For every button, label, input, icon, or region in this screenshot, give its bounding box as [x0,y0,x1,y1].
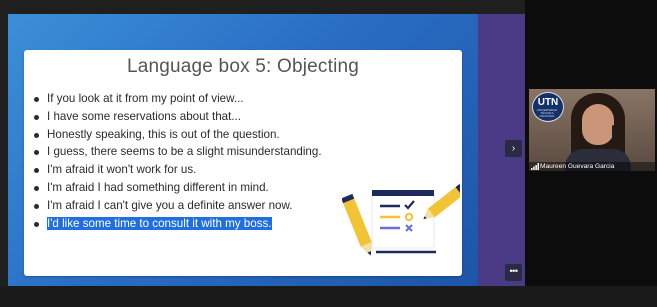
bullet-dot [34,114,39,120]
headset-icon [612,125,616,139]
bullet-text: I have some reservations about that... [47,109,241,123]
bullet-item-selected[interactable]: I'd like some time to consult it with my… [34,215,322,233]
utn-logo-subtext: UNIVERSIDAD TÉCNICA NACIONAL [536,108,558,118]
checklist-illustration [342,184,460,256]
bullet-item: I have some reservations about that... [34,108,322,126]
more-options-button[interactable]: ••• [505,264,522,281]
utn-logo-text: UTN [537,97,559,108]
slide-title: Language box 5: Objecting [126,56,360,77]
next-slide-button[interactable]: › [505,140,522,157]
participant-name: Maureen Guevara Garcia [540,163,615,170]
bullet-text: I'm afraid I can't give you a definite a… [47,198,293,212]
bullet-text: If you look at it from my point of view.… [47,92,244,105]
bullet-item: I guess, there seems to be a slight misu… [34,143,322,161]
bullet-item: I'm afraid it won't work for us. [34,161,322,179]
bullet-item: I'm afraid I had something different in … [34,179,322,197]
bullet-dot [34,150,39,156]
presentation-slide: Language box 5: Objecting If you look at… [24,50,462,276]
bullet-list: If you look at it from my point of view.… [34,90,322,232]
signal-icon [531,163,539,170]
bullet-dot [34,168,39,174]
selected-text[interactable]: I'd like some time to consult it with my… [47,216,272,230]
chevron-right-icon: › [511,143,516,154]
bullet-text: I'm afraid I had something different in … [47,180,269,194]
bullet-text: Honestly speaking, this is out of the qu… [47,127,280,141]
more-icon: ••• [509,266,518,276]
bullet-dot [34,185,39,191]
bullet-dot [34,97,39,102]
bullet-text: I guess, there seems to be a slight misu… [47,145,322,159]
participant-name-tag: Maureen Guevara Garcia [529,162,655,171]
bullet-item: If you look at it from my point of view.… [34,90,322,108]
bullet-item: Honestly speaking, this is out of the qu… [34,126,322,144]
bottom-bar [0,286,657,307]
bullet-text: I'm afraid it won't work for us. [47,163,197,177]
bullet-item: I'm afraid I can't give you a definite a… [34,197,322,215]
participant-video-tile[interactable]: UTN UNIVERSIDAD TÉCNICA NACIONAL Maureen… [529,89,655,171]
participant-face [582,104,614,145]
screen-share-stage: Language box 5: Objecting If you look at… [8,14,478,286]
bullet-dot [34,221,39,227]
bullet-dot [34,203,39,209]
bullet-dot [34,132,39,138]
